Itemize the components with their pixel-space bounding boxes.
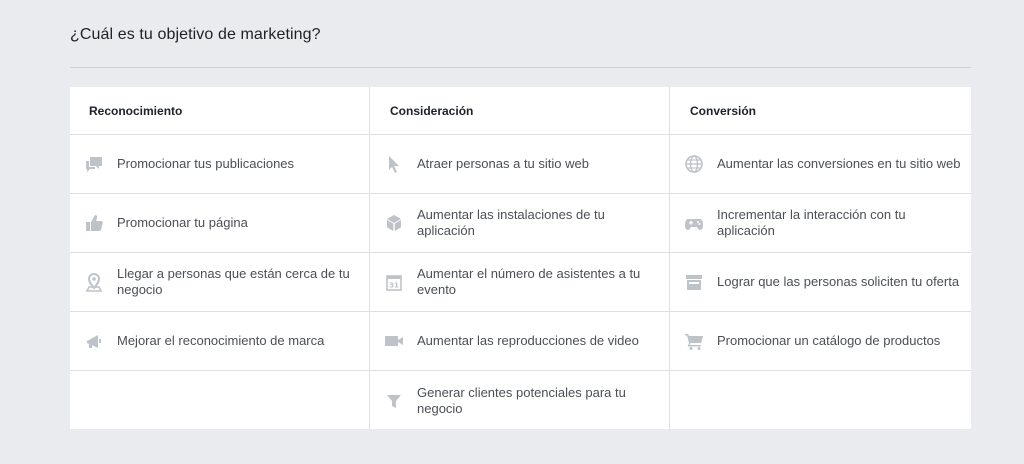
objective-offer-claims[interactable]: Lograr que las personas soliciten tu ofe… [670,253,971,312]
objective-lead-generation[interactable]: Generar clientes potenciales para tu neg… [370,371,669,430]
objective-table: Reconocimiento Promocionar tus publicaci… [70,87,971,430]
empty-cell [70,371,369,430]
objective-label: Lograr que las personas soliciten tu ofe… [717,274,960,289]
map-pin-icon [83,271,105,293]
objective-label: Promocionar un catálogo de productos [717,333,941,348]
cursor-icon [383,153,405,175]
objective-website-conversions[interactable]: Aumentar las conversiones en tu sitio we… [670,135,971,194]
gamepad-icon [683,212,705,234]
objective-label: Aumentar las instalaciones de tu aplicac… [417,207,605,238]
objective-label: Atraer personas a tu sitio web [417,156,589,171]
chat-bubbles-icon [83,153,105,175]
storefront-icon [683,271,705,293]
objective-promote-page[interactable]: Promocionar tu página [70,194,369,253]
objective-label: Aumentar las reproducciones de video [417,333,639,348]
objective-app-engagement[interactable]: Incrementar la interacción con tu aplica… [670,194,971,253]
empty-cell [670,371,971,430]
megaphone-icon [83,330,105,352]
objective-app-installs[interactable]: Aumentar las instalaciones de tu aplicac… [370,194,669,253]
column-heading: Reconocimiento [70,87,369,135]
title-divider [70,67,971,68]
calendar-icon: 31 [383,271,405,293]
svg-text:31: 31 [389,282,399,290]
globe-icon [683,153,705,175]
objective-video-views[interactable]: Aumentar las reproducciones de video [370,312,669,371]
column-conversion: Conversión Aumentar las conversiones en … [670,87,971,430]
objective-label: Mejorar el reconocimiento de marca [117,333,325,348]
column-reconocimiento: Reconocimiento Promocionar tus publicaci… [70,87,370,430]
column-heading: Consideración [370,87,669,135]
video-camera-icon [383,330,405,352]
objective-traffic[interactable]: Atraer personas a tu sitio web [370,135,669,194]
objective-product-catalog[interactable]: Promocionar un catálogo de productos [670,312,971,371]
objective-label: Aumentar las conversiones en tu sitio we… [717,156,961,171]
objective-label: Generar clientes potenciales para tu neg… [417,384,626,416]
objective-label: Incrementar la interacción con tu aplica… [717,207,906,238]
cube-icon [383,212,405,234]
marketing-objective-page: ¿Cuál es tu objetivo de marketing? Recon… [0,0,1024,464]
objective-event-responses[interactable]: 31 Aumentar el número de asistentes a tu… [370,253,669,312]
funnel-icon [383,390,405,412]
shopping-cart-icon [683,330,705,352]
objective-label: Promocionar tu página [117,215,248,230]
objective-label: Aumentar el número de asistentes a tu ev… [417,266,641,297]
column-heading: Conversión [670,87,971,135]
objective-local-reach[interactable]: Llegar a personas que están cerca de tu … [70,253,369,312]
objective-brand-awareness[interactable]: Mejorar el reconocimiento de marca [70,312,369,371]
objective-label: Llegar a personas que están cerca de tu … [117,266,350,297]
objective-label: Promocionar tus publicaciones [117,156,295,171]
page-title: ¿Cuál es tu objetivo de marketing? [70,26,321,43]
thumbs-up-icon [83,212,105,234]
objective-promote-posts[interactable]: Promocionar tus publicaciones [70,135,369,194]
column-consideracion: Consideración Atraer personas a tu sitio… [370,87,670,430]
